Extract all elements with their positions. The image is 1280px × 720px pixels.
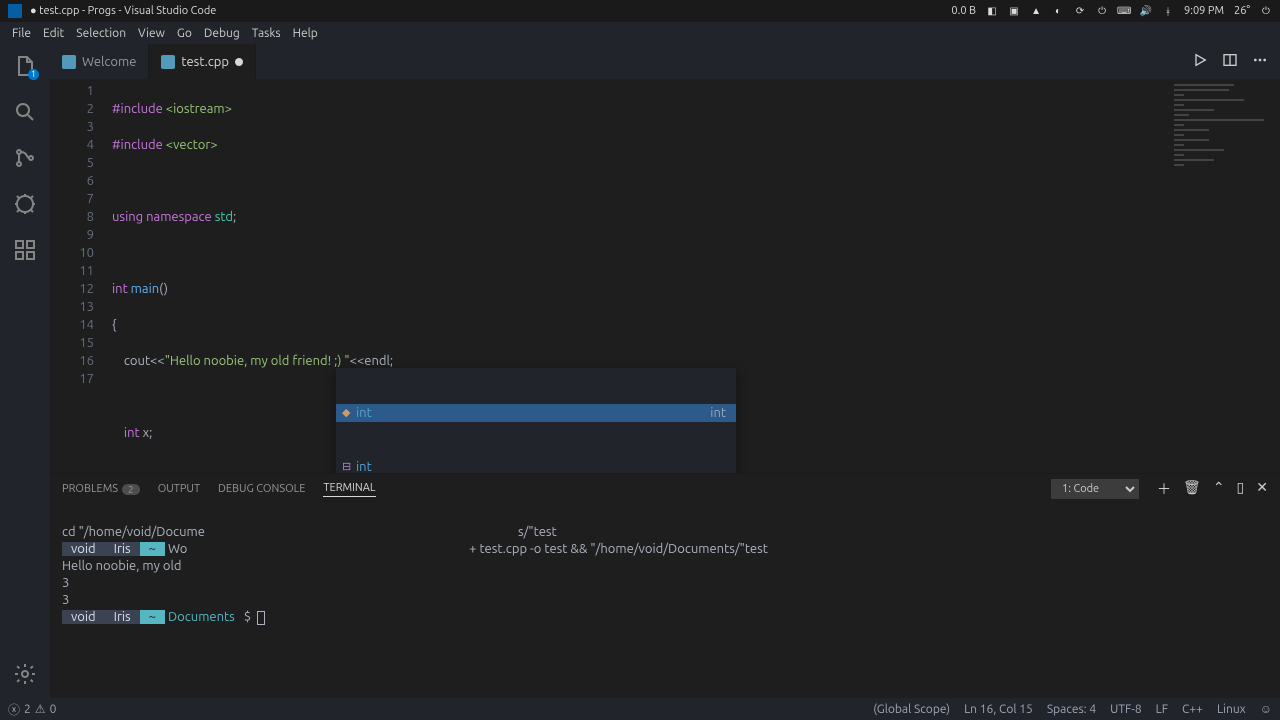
minimap[interactable] xyxy=(1160,79,1280,473)
tab-testcpp-label: test.cpp xyxy=(181,55,229,69)
clock[interactable]: 9:09 PM xyxy=(1184,5,1224,17)
power-icon[interactable]: ⏻ xyxy=(1260,5,1272,17)
problems-count-badge: 2 xyxy=(122,484,140,495)
line-gutter: 123 456 789 101112 131415 1617 xyxy=(50,79,112,473)
panel-tab-output[interactable]: OUTPUT xyxy=(158,483,200,495)
tray-icon-6[interactable]: ⏻ xyxy=(1096,5,1108,17)
panel-close-icon[interactable]: ✕ xyxy=(1256,479,1268,499)
explorer-badge: 1 xyxy=(28,69,39,80)
app-body: 1 Welcome test.cpp xyxy=(0,44,1280,698)
menu-go[interactable]: Go xyxy=(171,27,198,40)
autocomplete-popup[interactable]: ◆intint ⊟int ◆int16_t ◆int32_t ◆int64_t … xyxy=(335,367,737,473)
keyword-icon: ◆ xyxy=(342,404,356,422)
tray-icon-2[interactable]: ▣ xyxy=(1008,5,1020,17)
tab-bar: Welcome test.cpp xyxy=(50,44,1280,79)
more-icon[interactable] xyxy=(1252,52,1268,72)
status-spaces[interactable]: Spaces: 4 xyxy=(1047,702,1096,716)
status-encoding[interactable]: UTF-8 xyxy=(1110,702,1141,716)
terminal-content[interactable]: cd "/home/void/Docume s/"test void Iris … xyxy=(50,504,1280,698)
search-icon[interactable] xyxy=(13,100,37,124)
temperature: 26° xyxy=(1234,5,1250,17)
split-editor-icon[interactable] xyxy=(1222,52,1238,72)
net-speed: 0.0 B xyxy=(951,5,976,17)
menu-tasks[interactable]: Tasks xyxy=(246,27,287,40)
panel-move-icon[interactable]: ▯ xyxy=(1237,479,1245,499)
welcome-tab-icon xyxy=(62,55,76,69)
scm-icon[interactable] xyxy=(13,146,37,170)
status-os[interactable]: Linux xyxy=(1217,702,1246,716)
tray-icon-5[interactable]: ⟳ xyxy=(1074,5,1086,17)
window-title: ● test.cpp - Progs - Visual Studio Code xyxy=(30,5,216,17)
vscode-logo-icon xyxy=(8,4,22,18)
error-icon: ⓧ xyxy=(8,701,20,718)
panel-tab-debug-console[interactable]: DEBUG CONSOLE xyxy=(218,483,305,495)
settings-gear-icon[interactable] xyxy=(13,662,37,686)
tab-testcpp[interactable]: test.cpp xyxy=(149,44,256,79)
bottom-panel: PROBLEMS2 OUTPUT DEBUG CONSOLE TERMINAL … xyxy=(50,473,1280,698)
status-language[interactable]: C++ xyxy=(1182,702,1203,716)
run-icon[interactable] xyxy=(1192,52,1208,72)
extensions-icon[interactable] xyxy=(13,238,37,262)
status-bar: ⓧ2 ⚠0 (Global Scope) Ln 16, Col 15 Space… xyxy=(0,698,1280,720)
tray-icon-1[interactable]: ◧ xyxy=(986,5,998,17)
warning-icon: ⚠ xyxy=(35,702,46,716)
terminal-cursor xyxy=(257,611,265,625)
menu-debug[interactable]: Debug xyxy=(198,27,246,40)
code-content[interactable]: #include <iostream> #include <vector> us… xyxy=(112,79,1160,473)
volume-icon[interactable]: 🔊 xyxy=(1140,5,1152,17)
status-eol[interactable]: LF xyxy=(1156,702,1168,716)
menu-selection[interactable]: Selection xyxy=(70,27,132,40)
tray-icon-7[interactable]: ⌨ xyxy=(1118,5,1130,17)
dirty-indicator-icon xyxy=(235,58,243,66)
suggest-item-1[interactable]: ⊟int xyxy=(336,458,736,473)
minimap-preview xyxy=(1174,84,1274,154)
system-top-bar: ● test.cpp - Progs - Visual Studio Code … xyxy=(0,0,1280,22)
explorer-icon[interactable]: 1 xyxy=(13,54,37,78)
terminal-selector[interactable]: 1: Code xyxy=(1051,479,1139,499)
code-editor[interactable]: 123 456 789 101112 131415 1617 #include … xyxy=(50,79,1280,473)
menu-file[interactable]: File xyxy=(6,27,37,40)
menu-view[interactable]: View xyxy=(132,27,171,40)
status-scope[interactable]: (Global Scope) xyxy=(873,702,950,716)
menu-bar: File Edit Selection View Go Debug Tasks … xyxy=(0,22,1280,44)
tray-icon-4[interactable]: ◐ xyxy=(1052,5,1064,17)
cpp-file-icon xyxy=(161,55,175,69)
activity-bar: 1 xyxy=(0,44,50,698)
panel-maximize-icon[interactable]: ⌃ xyxy=(1213,479,1225,499)
panel-tab-bar: PROBLEMS2 OUTPUT DEBUG CONSOLE TERMINAL … xyxy=(50,474,1280,504)
status-errors[interactable]: ⓧ2 ⚠0 xyxy=(8,701,56,718)
menu-help[interactable]: Help xyxy=(287,27,324,40)
kill-terminal-icon[interactable]: 🗑 xyxy=(1183,479,1201,499)
panel-tab-problems[interactable]: PROBLEMS2 xyxy=(62,483,140,495)
tray-icon-3[interactable]: ▲ xyxy=(1030,5,1042,17)
debug-icon[interactable] xyxy=(13,192,37,216)
menu-edit[interactable]: Edit xyxy=(37,27,70,40)
status-line-col[interactable]: Ln 16, Col 15 xyxy=(964,702,1033,716)
suggest-item-0[interactable]: ◆intint xyxy=(336,404,736,422)
bluetooth-icon[interactable]: ᚼ xyxy=(1162,5,1174,17)
editor-area: Welcome test.cpp 123 xyxy=(50,44,1280,698)
status-feedback-icon[interactable]: ☺ xyxy=(1260,702,1272,716)
tab-welcome[interactable]: Welcome xyxy=(50,44,149,79)
new-terminal-icon[interactable]: ＋ xyxy=(1157,479,1171,499)
panel-tab-terminal[interactable]: TERMINAL xyxy=(323,482,375,497)
tab-welcome-label: Welcome xyxy=(82,55,136,69)
type-icon: ⊟ xyxy=(342,458,356,473)
